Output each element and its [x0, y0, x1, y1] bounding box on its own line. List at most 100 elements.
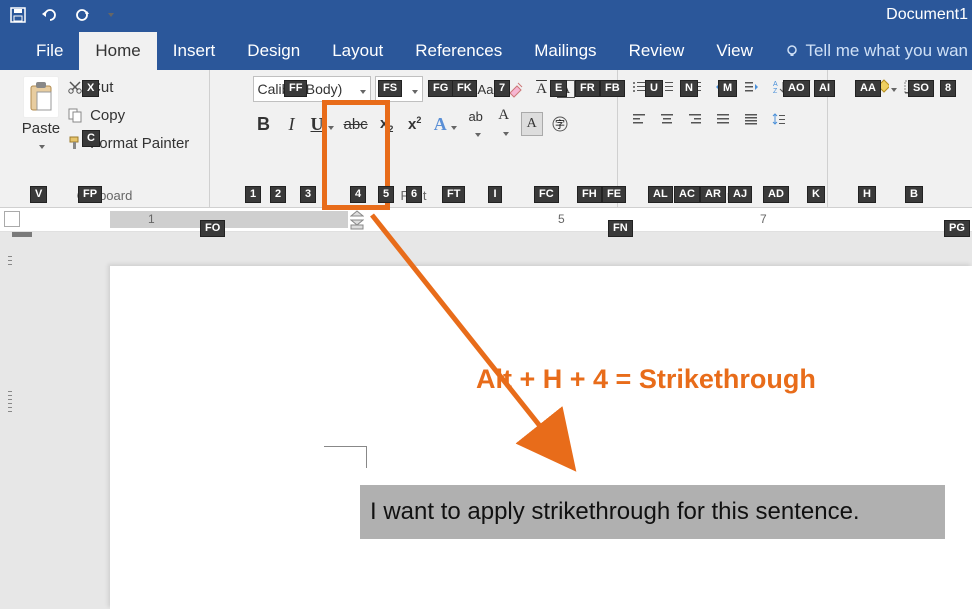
keytip-shrink: FK: [452, 80, 477, 97]
align-right-button[interactable]: [684, 108, 706, 130]
keytip-aa: AA: [855, 80, 881, 97]
indent-marker[interactable]: [350, 210, 364, 230]
keytip-6: 6: [406, 186, 422, 203]
paste-split-button[interactable]: Paste: [18, 74, 64, 186]
line-spacing-button[interactable]: [768, 108, 790, 130]
save-icon[interactable]: [8, 5, 28, 25]
char-shading-button[interactable]: A: [521, 112, 543, 136]
tab-file[interactable]: File: [20, 32, 79, 70]
distribute-button[interactable]: [740, 108, 762, 130]
keytip-paste: V: [30, 186, 47, 203]
keytip-u: U: [645, 80, 663, 97]
keytip-ai: AI: [814, 80, 835, 97]
tab-review[interactable]: Review: [613, 32, 701, 70]
format-painter-label: Format Painter: [90, 135, 189, 152]
copy-label: Copy: [90, 107, 125, 124]
paste-label: Paste: [22, 120, 60, 137]
keytip-fc: FC: [534, 186, 559, 203]
cursor-line: [324, 446, 366, 447]
keytip-h: H: [858, 186, 876, 203]
ribbon-tabs: File Home Insert Design Layout Reference…: [0, 30, 972, 70]
clipboard-icon: [23, 76, 59, 118]
align-left-button[interactable]: [628, 108, 650, 130]
keytip-copy: C: [82, 130, 100, 147]
tab-references[interactable]: References: [399, 32, 518, 70]
justify-button[interactable]: [712, 108, 734, 130]
align-center-button[interactable]: [656, 108, 678, 130]
keytip-ao: AO: [783, 80, 810, 97]
keytip-clear: E: [550, 80, 567, 97]
title-bar: Document1: [0, 0, 972, 30]
tab-insert[interactable]: Insert: [157, 32, 232, 70]
font-name-combo[interactable]: Calibri (Body): [253, 76, 371, 102]
undo-icon[interactable]: [40, 5, 60, 25]
keytip-i: I: [488, 186, 502, 203]
highlight-button[interactable]: ab: [465, 112, 487, 136]
tab-layout[interactable]: Layout: [316, 32, 399, 70]
document-title: Document1: [886, 6, 972, 24]
keytip-ac: AC: [674, 186, 700, 203]
bold-button[interactable]: B: [253, 112, 275, 136]
svg-text:Z: Z: [773, 88, 778, 95]
keytip-ft: FT: [442, 186, 465, 203]
ruler-tick-7: 7: [760, 212, 767, 226]
keytip-font-name: FF: [284, 80, 307, 97]
keytip-cut: X: [82, 80, 99, 97]
keytip-al: AL: [648, 186, 673, 203]
ruler-tick-1: 1: [148, 212, 155, 226]
svg-text:字: 字: [555, 118, 565, 131]
keytip-ad: AD: [763, 186, 789, 203]
keytip-so: SO: [908, 80, 934, 97]
tab-home[interactable]: Home: [79, 32, 156, 70]
keytip-3: 3: [300, 186, 316, 203]
font-color-button[interactable]: A: [493, 112, 515, 136]
keytip-char-border: FB: [600, 80, 625, 97]
horizontal-ruler[interactable]: 1 5 7 FO FN PG: [0, 208, 972, 232]
cursor-caret: [366, 446, 367, 468]
keytip-n: N: [680, 80, 698, 97]
svg-text:A: A: [773, 81, 778, 88]
qat-customize-icon[interactable]: [104, 5, 116, 25]
superscript-button[interactable]: x2: [404, 112, 426, 136]
ruler-corner: [4, 211, 20, 227]
redo-icon[interactable]: [72, 5, 92, 25]
keytip-effect: FR: [575, 80, 600, 97]
ruler-tick-5: 5: [558, 212, 565, 226]
tell-me-placeholder: Tell me what you wan: [805, 41, 968, 61]
document-page[interactable]: [110, 266, 972, 609]
keytip-aj: AJ: [728, 186, 752, 203]
selected-sentence-text: I want to apply strikethrough for this s…: [370, 498, 860, 526]
tab-design[interactable]: Design: [231, 32, 316, 70]
keytip-case: 7: [494, 80, 510, 97]
lightbulb-icon: [785, 44, 799, 58]
tab-view[interactable]: View: [700, 32, 769, 70]
keytip-k: K: [807, 186, 825, 203]
annotation-text: Alt + H + 4 = Strikethrough: [476, 364, 816, 395]
keytip-4: 4: [350, 186, 366, 203]
keytip-b: B: [905, 186, 923, 203]
copy-icon: [66, 106, 84, 124]
keytip-font-size: FS: [378, 80, 402, 97]
vertical-ruler[interactable]: [0, 232, 20, 609]
keytip-format-painter: FP: [78, 186, 102, 203]
enclose-char-button[interactable]: 字: [549, 112, 571, 136]
keytip-8: 8: [940, 80, 956, 97]
keytip-1: 1: [245, 186, 261, 203]
copy-button[interactable]: Copy: [66, 106, 189, 124]
keytip-pg: PG: [944, 220, 970, 237]
increase-indent-button[interactable]: [740, 76, 762, 98]
styles-group-label: [898, 186, 902, 207]
keytip-fn: FN: [608, 220, 633, 237]
tab-mailings[interactable]: Mailings: [518, 32, 612, 70]
keytip-fo: FO: [200, 220, 225, 237]
ribbon: Paste Cut Copy: [0, 70, 972, 208]
selected-sentence[interactable]: I want to apply strikethrough for this s…: [360, 485, 945, 539]
italic-button[interactable]: I: [281, 112, 303, 136]
keytip-2: 2: [270, 186, 286, 203]
keytip-m: M: [718, 80, 737, 97]
keytip-fe: FE: [602, 186, 626, 203]
quick-access-toolbar: [8, 5, 116, 25]
keytip-5: 5: [378, 186, 394, 203]
tell-me-search[interactable]: Tell me what you wan: [777, 32, 972, 70]
text-effects-button[interactable]: A: [432, 112, 459, 136]
